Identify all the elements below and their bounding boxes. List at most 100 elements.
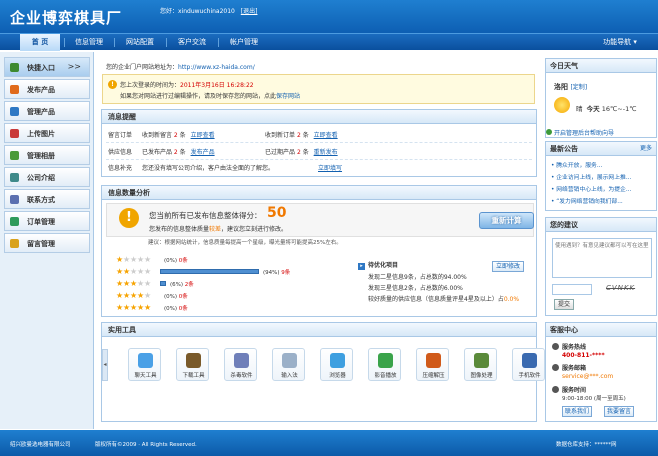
score-label: 您当前所有已发布信息整体得分： <box>149 211 262 220</box>
contact-icon <box>10 195 19 204</box>
sun-icon <box>554 97 570 113</box>
tool-mobile[interactable]: 手机软件 <box>512 348 545 381</box>
score-box: ! 您当前所有已发布信息整体得分： 50 您发布的信息整体质量较差，建议您立刻进… <box>106 203 534 237</box>
nav-info-manage[interactable]: 信息管理 <box>68 34 110 51</box>
leave-message-button[interactable]: 我要留言 <box>604 406 634 417</box>
star-icon: ★ <box>137 279 145 288</box>
view-messages-link[interactable]: 立即查看 <box>191 132 215 139</box>
star-bar-label: (0%) 0条 <box>164 256 188 264</box>
service-hours: 9:00-18:00 (周一至周五) <box>562 396 626 402</box>
sidebar-item-publish-product[interactable]: 发布产品 <box>4 79 90 99</box>
save-site-link[interactable]: 保存网站 <box>276 93 300 100</box>
weather-title: 今日天气 <box>546 59 656 73</box>
quick-icon <box>10 63 19 72</box>
announcement-item[interactable]: • “发力网络营销向我们部... <box>551 196 623 205</box>
tool-image[interactable]: 图像处理 <box>464 348 497 381</box>
submit-suggestion-button[interactable]: 提交 <box>554 299 574 310</box>
row-text: 已发布产品 <box>141 149 172 156</box>
hotline-number: 400-811-**** <box>562 352 605 359</box>
star-icon: ★ <box>116 267 124 276</box>
tool-label: 浏览器 <box>329 373 346 379</box>
republish-link[interactable]: 重新发布 <box>314 149 338 156</box>
sidebar-quick-entry[interactable]: 快捷入口 >> <box>4 57 90 77</box>
sidebar-item-label: 订单管理 <box>27 218 55 226</box>
service-panel: 客服中心 服务热线 400-811-**** 服务邮箱 service@***.… <box>545 322 657 422</box>
count-value: 2 <box>173 149 178 156</box>
customize-weather-link[interactable]: [定制] <box>570 84 587 91</box>
nav-account[interactable]: 帐户管理 <box>222 34 266 51</box>
star-icon: ★ <box>130 267 138 276</box>
view-orders-link[interactable]: 立即查看 <box>314 132 338 139</box>
announcement-item[interactable]: • 腾众开放，服务... <box>551 160 602 169</box>
sidebar-item-contact[interactable]: 联系方式 <box>4 189 90 209</box>
tool-input-method[interactable]: 输入法 <box>272 348 305 381</box>
row-divider <box>106 142 532 143</box>
city-name: 洛阳 <box>554 83 568 91</box>
announcement-more-link[interactable]: 更多 <box>640 142 652 156</box>
optimize-item-text: 较好质量的供应信息（信息质量评星4星及以上）占 <box>368 296 504 303</box>
save-hint-text: 如果您对网站进行过编辑操作，请及时保存您的网站，点此 <box>120 93 277 100</box>
logout-link[interactable]: [退出] <box>241 8 258 15</box>
site-url-link[interactable]: http://www.xz-haida.com/ <box>178 64 255 71</box>
sidebar-item-orders[interactable]: 订单管理 <box>4 211 90 231</box>
sidebar-item-label: 发布产品 <box>27 86 55 94</box>
weather-panel: 今日天气 洛阳 [定制] 晴 今天 16℃~-1℃ <box>545 58 657 138</box>
sidebar-item-company-intro[interactable]: 公司介绍 <box>4 167 90 187</box>
star-icon: ★ <box>123 267 131 276</box>
sidebar-item-manage-product[interactable]: 管理产品 <box>4 101 90 121</box>
email-label: 服务邮箱 <box>562 365 587 372</box>
sidebar-item-messages[interactable]: 留言管理 <box>4 233 90 253</box>
fix-now-button[interactable]: 立即修改 <box>492 261 524 272</box>
tool-label: 下载工具 <box>182 373 205 379</box>
message-row-b: 立即填写 <box>318 163 342 172</box>
tool-media-player[interactable]: 影音播放 <box>368 348 401 381</box>
tool-antivirus[interactable]: 杀毒软件 <box>224 348 257 381</box>
star-icon: ★ <box>116 255 124 264</box>
message-row: 留言订单 收到新留言 2 条 立即查看 <box>108 130 215 139</box>
email-address[interactable]: service@***.com <box>562 373 613 380</box>
tool-label: 影音播放 <box>374 373 397 379</box>
warning-icon: ! <box>119 208 139 228</box>
tool-download[interactable]: 下载工具 <box>176 348 209 381</box>
star-icon: ★ <box>144 291 152 300</box>
sidebar-item-label: 留言管理 <box>27 240 55 248</box>
tool-compress[interactable]: 压缩解压 <box>416 348 449 381</box>
star-percent: (0%) <box>164 294 179 300</box>
announcement-panel: 最新公告 更多 • 腾众开放，服务... • 企业访问上线，展示网上推... • 网络… <box>545 141 657 211</box>
sidebar-item-upload-image[interactable]: 上传图片 <box>4 123 90 143</box>
function-nav-dropdown[interactable]: 功能导航 ▾ <box>590 34 650 51</box>
nav-site-config[interactable]: 网站配置 <box>118 34 162 51</box>
message-row: 信息补充 您还没有填写公司介绍，客户由法全面的了解您。 <box>108 163 274 172</box>
count-value: 2 <box>296 149 301 156</box>
fill-intro-link[interactable]: 立即填写 <box>318 165 342 172</box>
star-count: 0条 <box>178 258 188 264</box>
analysis-panel-title: 信息数量分析 <box>102 186 536 200</box>
star-count: 0条 <box>178 306 188 312</box>
announcement-item[interactable]: • 网络营销中心上线，为提企... <box>551 184 631 193</box>
suggestion-textarea[interactable] <box>552 238 652 278</box>
star-row: ★★★★★ <box>116 280 151 288</box>
contact-us-button[interactable]: 联系我们 <box>562 406 592 417</box>
sidebar-item-manage-album[interactable]: 管理相册 <box>4 145 90 165</box>
publish-product-link[interactable]: 发布产品 <box>191 149 215 156</box>
quality-prefix: 您发布的信息整体质量 <box>149 226 210 233</box>
tools-prev-arrow[interactable]: ◂ <box>102 349 108 381</box>
captcha-input[interactable] <box>552 284 592 295</box>
tool-label: 图像处理 <box>470 373 493 379</box>
captcha-image[interactable]: CVNKK <box>606 284 646 296</box>
nav-customer[interactable]: 客户交流 <box>170 34 214 51</box>
url-prefix: 您的企业门户网站地址为： <box>106 64 179 71</box>
tool-qq[interactable]: 聊天工具 <box>128 348 161 381</box>
sidebar: 快捷入口 >> 发布产品 管理产品 上传图片 管理相册 公司介绍 联系方式 订单… <box>0 52 94 429</box>
sidebar-item-label: 上传图片 <box>27 130 55 138</box>
site-logo: 企业博弈棋具厂 <box>10 9 123 27</box>
recalculate-button[interactable]: 重新计算 <box>479 212 534 229</box>
help-wizard-link[interactable]: 开启管理后台帮助向导 <box>546 128 614 137</box>
message-panel-title: 消息提醒 <box>102 110 536 124</box>
count-value: 2 <box>296 132 301 139</box>
tool-browser[interactable]: 浏览器 <box>320 348 353 381</box>
announcement-item[interactable]: • 企业访问上线，展示网上推... <box>551 172 631 181</box>
info-icon: ▸ <box>358 263 365 270</box>
quality-level: 较差 <box>209 226 222 233</box>
nav-home[interactable]: 首 页 <box>20 34 60 51</box>
